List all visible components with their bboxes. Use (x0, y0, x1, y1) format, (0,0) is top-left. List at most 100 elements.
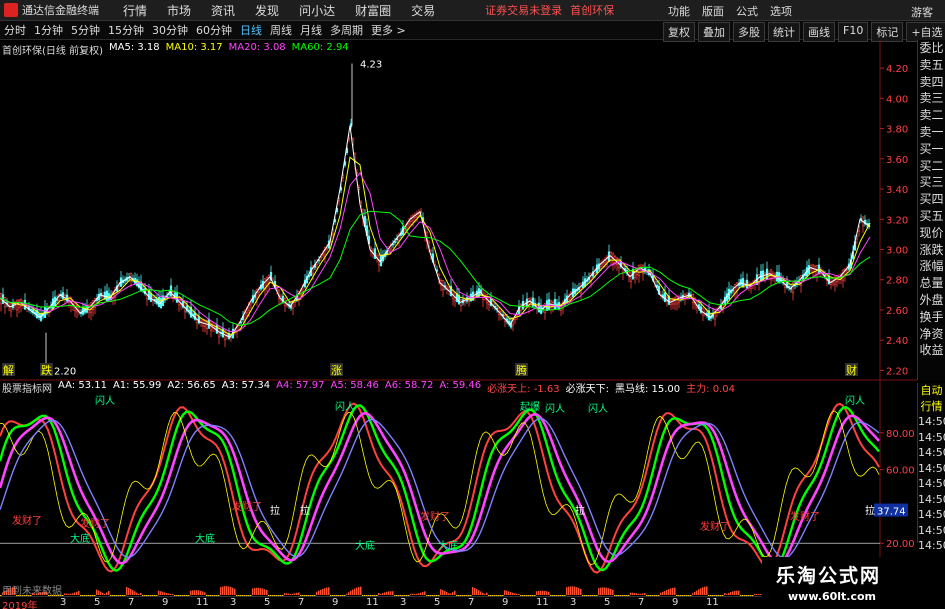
volume-bar (76, 591, 78, 595)
tick-item-6: 14:50 (918, 477, 945, 490)
price-tick-label: 2.40 (886, 336, 908, 347)
volume-bar (632, 592, 634, 595)
volume-bar (72, 593, 74, 595)
candle-body (215, 324, 219, 334)
period-1min[interactable]: 1分钟 (30, 22, 67, 38)
side-item-4[interactable]: 卖二 (918, 107, 945, 124)
draw-line-button[interactable]: 画线 (803, 22, 835, 42)
side-item-18[interactable]: 收益 (918, 342, 945, 359)
title-right-menu: 功能 版面 公式 选项 (662, 3, 798, 19)
guest-user[interactable]: 游客 (911, 4, 933, 20)
volume-bar (392, 591, 394, 595)
menu-quotes[interactable]: 行情 (113, 2, 157, 19)
side-item-10[interactable]: 买五 (918, 208, 945, 225)
period-weekly[interactable]: 周线 (266, 22, 296, 38)
side-item-1[interactable]: 卖五 (918, 57, 945, 74)
side-item-9[interactable]: 买四 (918, 191, 945, 208)
mark-button[interactable]: 标记 (871, 22, 904, 42)
menu-options[interactable]: 选项 (764, 3, 798, 19)
volume-bar (666, 590, 668, 595)
side-item-13[interactable]: 涨幅 (918, 258, 945, 275)
period-multi[interactable]: 多周期 (326, 22, 367, 38)
multi-stock-button[interactable]: 多股 (733, 22, 765, 42)
side-item-3[interactable]: 卖三 (918, 90, 945, 107)
volume-bar (164, 592, 166, 595)
tick-item-9: 14:50 (918, 523, 945, 537)
overlay-button[interactable]: 叠加 (698, 22, 730, 42)
volume-bar (706, 586, 708, 595)
candle-body (663, 292, 667, 303)
period-daily[interactable]: 日线 (236, 22, 266, 38)
side-item-2[interactable]: 卖四 (918, 74, 945, 91)
volume-bar (130, 588, 132, 595)
month-label: 9 (502, 597, 509, 608)
watermark-title: 乐淘公式网 (776, 565, 882, 587)
volume-bar (328, 587, 330, 595)
side-item-6[interactable]: 买一 (918, 141, 945, 158)
volume-bar (638, 593, 640, 595)
side-item-16[interactable]: 换手 (918, 309, 945, 326)
period-30min[interactable]: 30分钟 (148, 22, 192, 38)
ind-blue-line (0, 417, 880, 559)
period-more[interactable]: 更多 > (367, 22, 410, 38)
side-item-14[interactable]: 总量 (918, 275, 945, 292)
stock-chart[interactable]: 4.20 4.00 3.80 3.60 3.40 3.20 3.00 2.80 2.60 2.40… (0, 40, 917, 596)
volume-bar (356, 587, 358, 595)
menu-news[interactable]: 资讯 (201, 2, 245, 19)
volume-bar (422, 592, 424, 595)
volume-bar (570, 586, 572, 595)
side-item-8[interactable]: 买三 (918, 174, 945, 191)
side-item-11[interactable]: 现价 (918, 225, 945, 242)
candle-body (739, 279, 743, 286)
period-intraday[interactable]: 分时 (0, 22, 30, 38)
menu-function[interactable]: 功能 (662, 3, 696, 19)
menu-trade[interactable]: 交易 (401, 2, 445, 19)
side-item-17[interactable]: 净资 (918, 326, 945, 343)
period-5min[interactable]: 5分钟 (67, 22, 104, 38)
menu-market[interactable]: 市场 (157, 2, 201, 19)
period-60min[interactable]: 60分钟 (192, 22, 236, 38)
menu-wealth[interactable]: 财富圈 (345, 2, 401, 19)
volume-bar (754, 593, 756, 595)
menu-formula[interactable]: 公式 (730, 3, 764, 19)
side-item-5[interactable]: 卖一 (918, 124, 945, 141)
volume-bar (518, 593, 520, 595)
menu-layout[interactable]: 版面 (696, 3, 730, 19)
ind-annotation: 发财了 (700, 520, 730, 533)
volume-bar (204, 592, 206, 595)
period-15min[interactable]: 15分钟 (104, 22, 148, 38)
app-logo-icon (4, 3, 18, 17)
side-item-0[interactable]: 委比 (918, 40, 945, 57)
volume-bar (440, 589, 442, 595)
volume-bar (138, 593, 140, 595)
menu-discover[interactable]: 发现 (245, 2, 289, 19)
stock-name: 首创环保(日线 前复权) (2, 46, 103, 57)
ind-a2: A2: 56.65 (167, 380, 216, 391)
month-label: 5 (264, 597, 271, 608)
side-item-7[interactable]: 买二 (918, 158, 945, 175)
ind-annotation: 发财了 (12, 514, 42, 527)
volume-bar (170, 593, 172, 595)
volume-bar (704, 586, 706, 595)
side-item-15[interactable]: 外盘 (918, 292, 945, 309)
volume-bar (262, 588, 264, 595)
month-label: 3 (230, 597, 237, 608)
login-status[interactable]: 证券交易未登录 (485, 2, 562, 18)
volume-bar (566, 587, 568, 595)
price-tick-label: 2.20 (886, 366, 908, 377)
add-watchlist-button[interactable]: +自选 (906, 22, 945, 42)
volume-bar (508, 591, 510, 595)
statistics-button[interactable]: 统计 (768, 22, 800, 42)
menu-ask[interactable]: 问小达 (289, 2, 345, 19)
indicator-name[interactable]: 股票指标网 (2, 380, 52, 395)
f10-button[interactable]: F10 (838, 22, 869, 42)
volume-bar (540, 590, 542, 595)
candle-body (89, 302, 93, 314)
volume-bar (358, 586, 360, 595)
ind-tick-label: 60.00 (886, 466, 915, 477)
volume-bar (642, 593, 644, 595)
volume-bar (546, 591, 548, 595)
period-monthly[interactable]: 月线 (296, 22, 326, 38)
side-item-12[interactable]: 涨跌 (918, 242, 945, 259)
adjust-button[interactable]: 复权 (663, 22, 695, 42)
